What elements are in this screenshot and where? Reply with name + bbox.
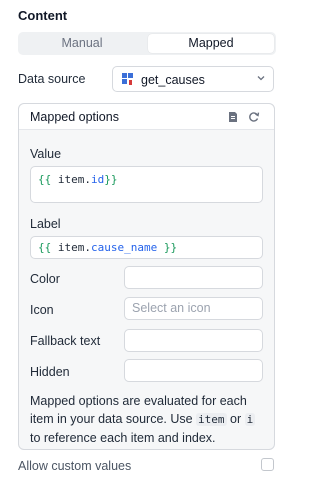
- code-object: item.: [51, 241, 91, 254]
- note-code-item: item: [196, 413, 227, 426]
- color-label: Color: [30, 272, 60, 286]
- code-open-brace: {{: [38, 173, 52, 186]
- label-code-input[interactable]: {{ item.cause_name }}: [30, 236, 263, 259]
- data-source-label: Data source: [18, 72, 86, 86]
- icon-select[interactable]: Select an icon: [124, 297, 263, 320]
- note-code-i: i: [244, 413, 256, 426]
- reset-icon[interactable]: [247, 110, 261, 124]
- hidden-input[interactable]: [124, 359, 263, 382]
- color-input[interactable]: [124, 266, 263, 289]
- data-source-value: get_causes: [141, 73, 205, 87]
- mapped-tab[interactable]: Mapped: [148, 34, 274, 53]
- note-text: to reference each item and index.: [30, 431, 216, 445]
- code-close-brace: }}: [157, 241, 178, 254]
- fallback-text-label: Fallback text: [30, 334, 101, 348]
- chevron-down-icon: [257, 76, 265, 81]
- value-label: Value: [30, 147, 62, 161]
- note-text: or: [226, 412, 245, 426]
- fallback-text-input[interactable]: [124, 329, 263, 352]
- allow-custom-values-checkbox[interactable]: [261, 458, 274, 471]
- value-code-input[interactable]: {{ item.id}}: [30, 166, 263, 203]
- document-icon[interactable]: [227, 111, 239, 123]
- code-property: id: [91, 173, 105, 186]
- mapped-options-header: Mapped options: [19, 104, 274, 130]
- label-label: Label: [30, 217, 61, 231]
- manual-tab[interactable]: Manual: [20, 34, 144, 53]
- hidden-label: Hidden: [30, 365, 70, 379]
- section-title: Content: [18, 8, 68, 23]
- icon-label: Icon: [30, 303, 54, 317]
- code-open-brace: {{: [38, 241, 52, 254]
- data-source-select[interactable]: get_causes: [112, 66, 274, 92]
- query-icon: [122, 73, 133, 85]
- code-property: cause_name: [91, 241, 158, 254]
- mapped-options-note: Mapped options are evaluated for each it…: [30, 392, 266, 447]
- code-close-brace: }}: [104, 173, 118, 186]
- value-code: {{ item.id}}: [38, 173, 118, 186]
- mapped-options-title: Mapped options: [30, 110, 119, 124]
- allow-custom-values-label: Allow custom values: [18, 459, 132, 473]
- label-code: {{ item.cause_name }}: [38, 241, 177, 254]
- mode-segmented-control: Manual Mapped: [18, 32, 276, 55]
- code-object: item.: [51, 173, 91, 186]
